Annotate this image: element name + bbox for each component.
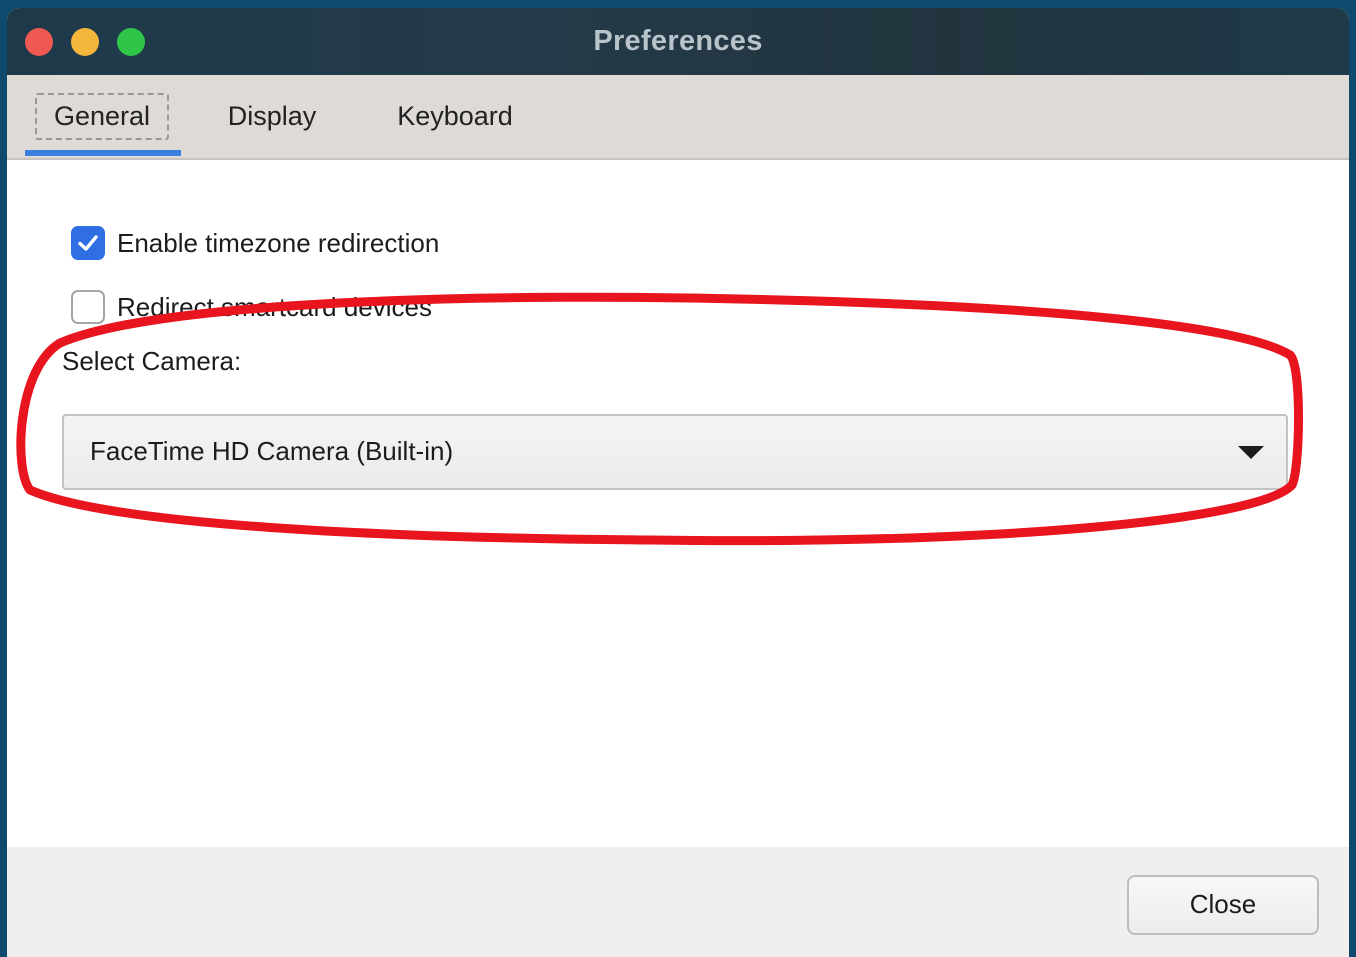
tab-keyboard[interactable]: Keyboard [385, 93, 525, 140]
tab-bar: General Display Keyboard [7, 75, 1349, 160]
footer-bar: Close [7, 847, 1349, 957]
camera-dropdown-value: FaceTime HD Camera (Built-in) [90, 436, 454, 466]
timezone-redirection-label: Enable timezone redirection [117, 227, 440, 258]
smartcard-redirection-option[interactable]: Redirect smartcard devices [71, 288, 432, 326]
desktop-edge [1349, 0, 1356, 957]
preferences-window: Preferences General Display Keyboard Ena… [7, 8, 1349, 957]
triangle-down-icon [1238, 446, 1264, 459]
smartcard-redirection-label: Redirect smartcard devices [117, 291, 432, 322]
timezone-redirection-option[interactable]: Enable timezone redirection [71, 224, 439, 262]
checkmark-icon [78, 235, 98, 251]
close-button[interactable]: Close [1127, 875, 1319, 935]
title-bar[interactable]: Preferences [7, 8, 1349, 75]
smartcard-redirection-checkbox[interactable] [71, 290, 105, 324]
selected-tab-indicator [25, 150, 181, 156]
general-panel: Enable timezone redirection Redirect sma… [7, 160, 1349, 847]
window-title: Preferences [593, 25, 763, 57]
tab-display[interactable]: Display [217, 93, 327, 140]
tab-general[interactable]: General [35, 93, 169, 140]
select-camera-label: Select Camera: [62, 346, 242, 376]
timezone-redirection-checkbox[interactable] [71, 226, 105, 260]
camera-dropdown[interactable]: FaceTime HD Camera (Built-in) [62, 414, 1288, 490]
